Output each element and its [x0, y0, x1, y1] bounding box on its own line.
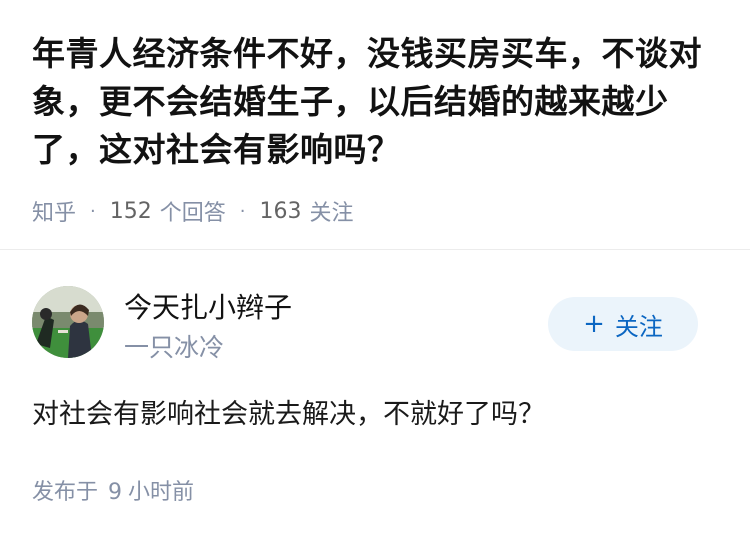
answer-count: 152: [109, 198, 152, 224]
plus-icon: +: [583, 309, 605, 339]
question-header: 年青人经济条件不好，没钱买房买车，不谈对象，更不会结婚生子，以后结婚的越来越少了…: [0, 0, 750, 248]
publish-number: 9: [108, 480, 123, 505]
publish-prefix: 发布于: [32, 480, 99, 505]
follow-button-label: 关注: [614, 312, 663, 341]
author-headline: 一只冰冷: [124, 333, 225, 362]
question-title[interactable]: 年青人经济条件不好，没钱买房买车，不谈对象，更不会结婚生子，以后结婚的越来越少了…: [32, 30, 722, 174]
meta-separator: ·: [90, 200, 96, 222]
section-divider: [0, 249, 750, 250]
question-meta: 知乎 · 152 个回答 · 163 关注: [32, 195, 354, 227]
meta-separator-2: ·: [239, 200, 246, 222]
publish-unit: 小时前: [128, 480, 195, 505]
avatar-photo-icon: [32, 286, 104, 358]
author-avatar[interactable]: [32, 286, 104, 358]
follower-count-label[interactable]: 关注: [310, 195, 354, 227]
follow-button[interactable]: + 关注: [548, 297, 698, 351]
publish-time: 发布于 9 小时前: [32, 474, 194, 506]
source-label[interactable]: 知乎: [32, 195, 76, 227]
follower-count: 163: [259, 198, 302, 224]
author-name[interactable]: 今天扎小辫子: [124, 286, 292, 326]
answer-count-label[interactable]: 个回答: [160, 195, 226, 227]
answer-content[interactable]: 对社会有影响社会就去解决，不就好了吗？: [32, 392, 545, 431]
